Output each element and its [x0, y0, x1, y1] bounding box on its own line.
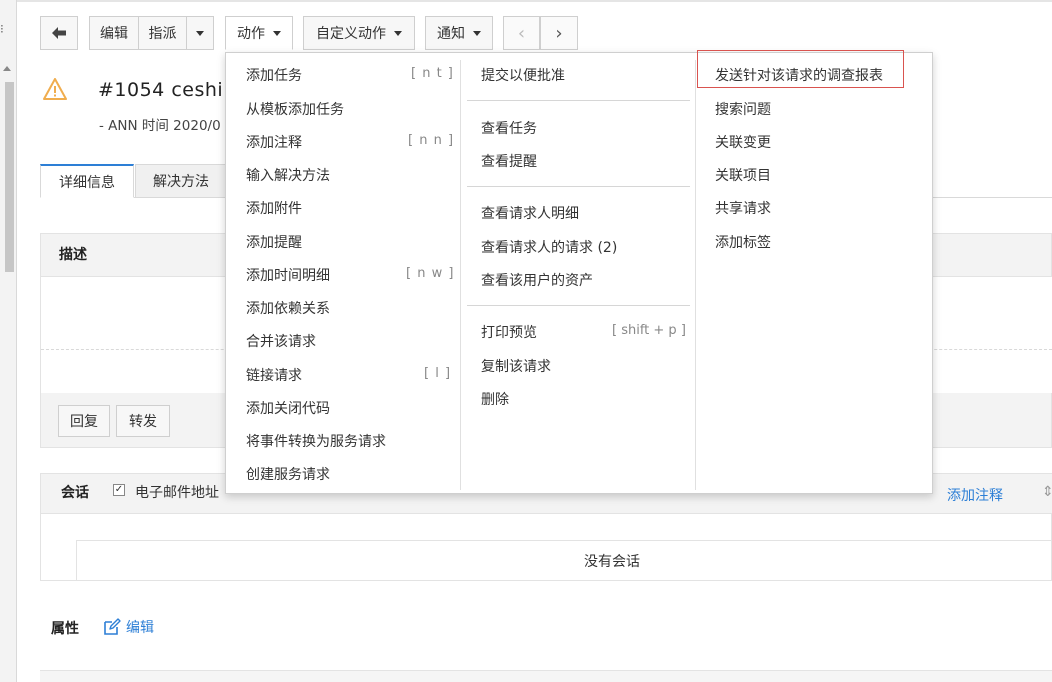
menu-shortcut: [ l ]	[424, 366, 452, 381]
top-divider	[17, 0, 1052, 2]
sort-icon[interactable]: ⇕	[1042, 484, 1052, 500]
menu-item-add-note[interactable]: 添加注释	[246, 132, 302, 152]
edit-button[interactable]: 编辑	[89, 16, 139, 50]
menu-item-view-tasks[interactable]: 查看任务	[481, 118, 537, 138]
properties-table	[40, 670, 1052, 682]
assign-dropdown-button[interactable]	[186, 16, 214, 50]
menu-item-view-reminders[interactable]: 查看提醒	[481, 151, 537, 171]
menu-item-send-survey[interactable]: 发送针对该请求的调查报表	[715, 65, 883, 85]
notify-button[interactable]: 通知	[425, 16, 493, 50]
menu-divider	[467, 305, 690, 306]
add-note-link[interactable]: 添加注释	[947, 485, 1003, 505]
menu-item-submit-approval[interactable]: 提交以便批准	[481, 65, 565, 85]
menu-item-view-requester-requests[interactable]: 查看请求人的请求 (2)	[481, 237, 617, 257]
menu-item-add-attachment[interactable]: 添加附件	[246, 198, 302, 218]
chevron-down-icon	[273, 30, 281, 36]
menu-item-associate-project[interactable]: 关联项目	[715, 165, 771, 185]
properties-title: 属性	[51, 621, 79, 637]
request-meta: - ANN 时间 2020/0	[99, 118, 221, 134]
arrow-left-icon	[52, 27, 66, 39]
scrollbar-thumb[interactable]	[5, 82, 14, 272]
menu-item-merge-request[interactable]: 合并该请求	[246, 331, 316, 351]
warning-icon	[43, 78, 67, 100]
menu-item-add-tags[interactable]: 添加标签	[715, 232, 771, 252]
menu-shortcut: [ n t ]	[411, 66, 454, 81]
custom-actions-button[interactable]: 自定义动作	[303, 16, 415, 50]
email-filter-label: 电子邮件地址	[135, 485, 219, 501]
menu-divider	[467, 100, 690, 101]
email-filter-checkbox[interactable]: ✓	[113, 484, 125, 496]
menu-column-divider	[460, 60, 461, 490]
next-button[interactable]: ›	[540, 16, 578, 50]
tab-details[interactable]: 详细信息	[40, 164, 134, 198]
chevron-down-icon	[473, 30, 481, 36]
menu-item-link-request[interactable]: 链接请求	[246, 365, 302, 385]
menu-item-search-problems[interactable]: 搜索问题	[715, 99, 771, 119]
edit-icon[interactable]	[103, 618, 121, 636]
prev-button[interactable]: ‹	[503, 16, 540, 50]
conversation-title: 会话	[61, 485, 89, 501]
menu-item-delete[interactable]: 删除	[481, 389, 509, 409]
menu-shortcut: [ shift + p ]	[612, 323, 686, 338]
menu-item-create-service-request[interactable]: 创建服务请求	[246, 464, 330, 484]
menu-item-share-request[interactable]: 共享请求	[715, 198, 771, 218]
menu-item-associate-change[interactable]: 关联变更	[715, 132, 771, 152]
notify-label: 通知	[437, 26, 465, 42]
menu-item-print-preview[interactable]: 打印预览	[481, 322, 537, 342]
conversation-empty-text: 没有会话	[584, 554, 640, 570]
tab-solution[interactable]: 解决方法	[135, 164, 227, 198]
chevron-left-icon: ‹	[517, 22, 526, 44]
menu-divider	[467, 186, 690, 187]
chevron-right-icon: ›	[555, 22, 563, 44]
menu-item-convert-incident[interactable]: 将事件转换为服务请求	[246, 431, 386, 451]
reply-button[interactable]: 回复	[58, 405, 110, 437]
menu-item-add-task-from-template[interactable]: 从模板添加任务	[246, 99, 344, 119]
grip-icon: ⁝	[0, 22, 4, 36]
menu-item-enter-solution[interactable]: 输入解决方法	[246, 165, 330, 185]
back-button[interactable]	[40, 16, 78, 50]
menu-item-add-task[interactable]: 添加任务	[246, 65, 302, 85]
properties-edit-link[interactable]: 编辑	[126, 617, 154, 637]
custom-actions-label: 自定义动作	[316, 26, 386, 42]
menu-shortcut: [ n w ]	[406, 266, 455, 281]
menu-item-add-closure-code[interactable]: 添加关闭代码	[246, 398, 330, 418]
menu-item-view-requester-details[interactable]: 查看请求人明细	[481, 203, 579, 223]
menu-item-copy-request[interactable]: 复制该请求	[481, 356, 551, 376]
menu-item-add-reminder[interactable]: 添加提醒	[246, 232, 302, 252]
chevron-down-icon	[394, 30, 402, 36]
left-gutter: ⁝	[0, 0, 17, 682]
request-title: #1054 ceshi	[98, 79, 224, 101]
scroll-up-icon[interactable]	[3, 66, 11, 71]
actions-button[interactable]: 动作	[225, 16, 293, 50]
description-title: 描述	[59, 247, 87, 263]
menu-column-divider	[695, 60, 696, 490]
conversation-empty-box	[76, 540, 1052, 581]
forward-button[interactable]: 转发	[116, 405, 170, 437]
menu-item-add-time-entry[interactable]: 添加时间明细	[246, 265, 330, 285]
menu-item-view-user-assets[interactable]: 查看该用户的资产	[481, 270, 593, 290]
menu-item-add-dependency[interactable]: 添加依赖关系	[246, 298, 330, 318]
assign-button[interactable]: 指派	[139, 16, 187, 50]
chevron-down-icon	[196, 30, 204, 36]
actions-label: 动作	[237, 26, 265, 42]
menu-shortcut: [ n n ]	[408, 133, 455, 148]
